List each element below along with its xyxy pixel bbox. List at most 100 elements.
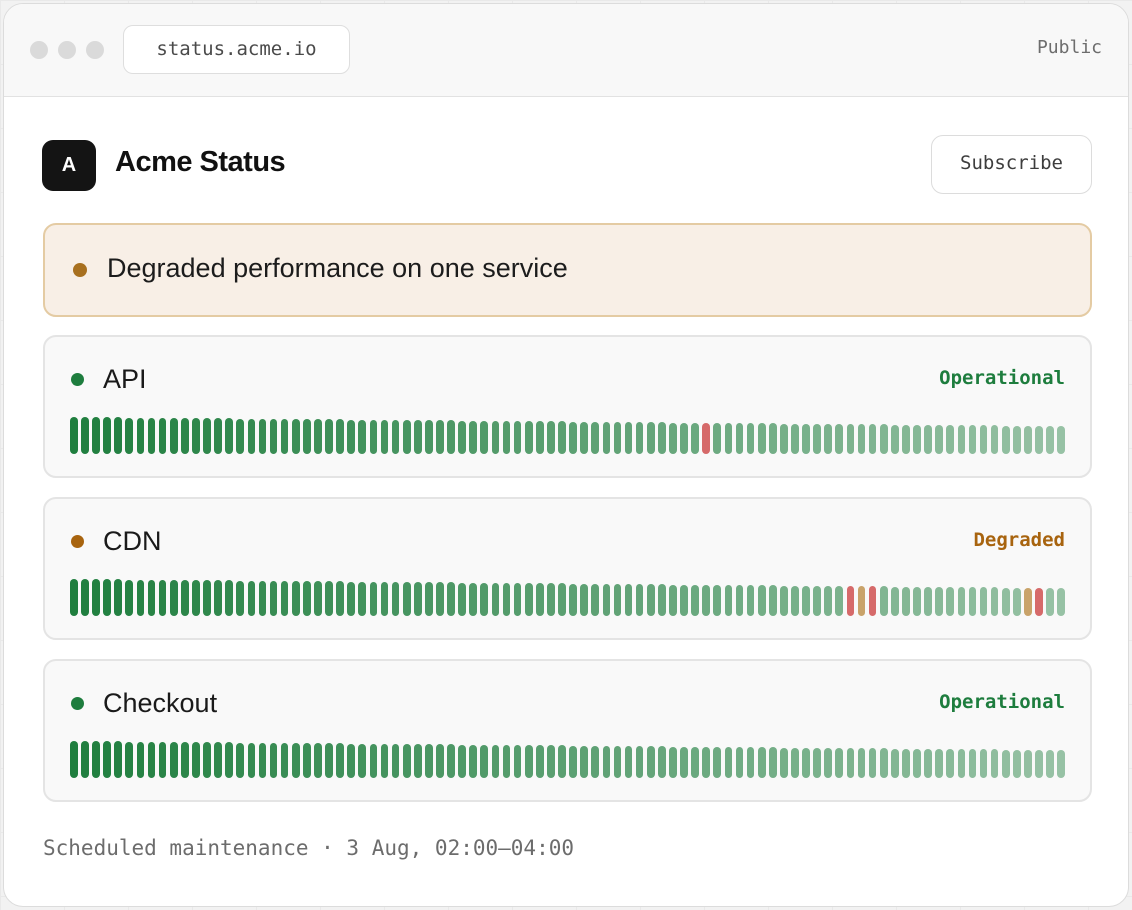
uptime-bar-ok[interactable]: [125, 579, 134, 616]
uptime-bar-ok[interactable]: [136, 579, 145, 616]
uptime-bar-ok[interactable]: [602, 745, 611, 778]
uptime-bar-ok[interactable]: [835, 424, 844, 454]
uptime-bar-ok[interactable]: [70, 417, 78, 454]
uptime-bar-ok[interactable]: [890, 424, 899, 454]
uptime-bar-ok[interactable]: [957, 587, 966, 616]
uptime-bar-ok[interactable]: [491, 744, 500, 778]
uptime-bar-ok[interactable]: [147, 579, 156, 616]
uptime-bar-ok[interactable]: [879, 748, 888, 778]
uptime-bar-ok[interactable]: [879, 424, 888, 454]
uptime-bar-ok[interactable]: [724, 423, 733, 454]
uptime-bar-ok[interactable]: [591, 745, 600, 778]
uptime-bar-ok[interactable]: [680, 422, 688, 454]
uptime-bar-ok[interactable]: [114, 579, 123, 616]
uptime-bar-ok[interactable]: [935, 424, 944, 454]
uptime-bar-ok[interactable]: [225, 580, 234, 616]
uptime-bar-ok[interactable]: [713, 746, 722, 778]
uptime-bar-ok[interactable]: [192, 418, 200, 454]
uptime-bar-ok[interactable]: [136, 417, 145, 454]
uptime-bar-ok[interactable]: [1046, 425, 1054, 454]
uptime-bar-ok[interactable]: [535, 421, 544, 454]
uptime-bar-ok[interactable]: [425, 582, 433, 616]
uptime-bar-ok[interactable]: [635, 746, 644, 778]
uptime-bar-ok[interactable]: [1024, 425, 1032, 454]
uptime-bar-ok[interactable]: [735, 747, 744, 778]
uptime-bar-ok[interactable]: [813, 747, 821, 778]
uptime-bar-ok[interactable]: [447, 582, 455, 616]
uptime-bar-ok[interactable]: [458, 744, 466, 778]
uptime-bar-ok[interactable]: [114, 417, 123, 454]
uptime-bar-ok[interactable]: [480, 582, 489, 616]
uptime-bar-ok[interactable]: [325, 743, 333, 778]
uptime-bar-ok[interactable]: [502, 582, 511, 616]
uptime-bar-ok[interactable]: [325, 581, 333, 616]
uptime-bar-ok[interactable]: [269, 418, 278, 454]
uptime-bar-ok[interactable]: [380, 419, 389, 454]
uptime-bar-ok[interactable]: [1012, 587, 1021, 616]
uptime-bar-ok[interactable]: [613, 584, 622, 616]
uptime-bar-ok[interactable]: [347, 581, 356, 616]
uptime-bar-ok[interactable]: [103, 579, 111, 616]
uptime-bar-ok[interactable]: [935, 586, 944, 616]
uptime-bar-ok[interactable]: [114, 741, 123, 778]
uptime-bar-ok[interactable]: [302, 743, 311, 778]
uptime-bar-degraded[interactable]: [1024, 587, 1032, 616]
uptime-bar-ok[interactable]: [835, 748, 844, 778]
uptime-bar-ok[interactable]: [347, 419, 356, 454]
uptime-bar-outage[interactable]: [868, 586, 877, 616]
uptime-bar-ok[interactable]: [902, 748, 910, 778]
uptime-bar-ok[interactable]: [602, 421, 611, 454]
uptime-bar-ok[interactable]: [92, 741, 100, 778]
uptime-bar-ok[interactable]: [436, 582, 444, 616]
uptime-bar-ok[interactable]: [857, 424, 866, 454]
uptime-bar-ok[interactable]: [1057, 750, 1066, 778]
uptime-bar-ok[interactable]: [802, 423, 810, 454]
uptime-bar-ok[interactable]: [258, 742, 267, 778]
uptime-bar-ok[interactable]: [247, 742, 256, 778]
uptime-bar-outage[interactable]: [1035, 587, 1043, 616]
uptime-bar-ok[interactable]: [646, 584, 655, 616]
uptime-bar-ok[interactable]: [946, 587, 955, 616]
uptime-bar-ok[interactable]: [70, 579, 78, 616]
uptime-bar-ok[interactable]: [169, 741, 178, 778]
uptime-bar-ok[interactable]: [990, 749, 999, 778]
uptime-bar-ok[interactable]: [247, 580, 256, 616]
uptime-bar-ok[interactable]: [1057, 588, 1066, 616]
uptime-bar-ok[interactable]: [780, 423, 788, 454]
uptime-bar-ok[interactable]: [768, 585, 777, 616]
uptime-bar-ok[interactable]: [436, 744, 444, 778]
uptime-bar-ok[interactable]: [513, 583, 522, 616]
uptime-bar-ok[interactable]: [569, 421, 577, 454]
uptime-bar-ok[interactable]: [180, 580, 189, 616]
uptime-bar-ok[interactable]: [558, 745, 566, 778]
uptime-bar-ok[interactable]: [269, 742, 278, 778]
uptime-bar-ok[interactable]: [236, 418, 245, 454]
uptime-bar-ok[interactable]: [990, 425, 999, 454]
uptime-bar-ok[interactable]: [280, 418, 289, 454]
uptime-bar-ok[interactable]: [491, 582, 500, 616]
uptime-bar-ok[interactable]: [258, 580, 267, 616]
uptime-bar-ok[interactable]: [879, 586, 888, 616]
uptime-bar-ok[interactable]: [691, 584, 699, 616]
subscribe-button[interactable]: Subscribe: [931, 135, 1092, 194]
uptime-bar-ok[interactable]: [280, 742, 289, 778]
uptime-bar-ok[interactable]: [469, 744, 478, 778]
uptime-bar-ok[interactable]: [957, 749, 966, 778]
uptime-bar-ok[interactable]: [513, 745, 522, 778]
uptime-bar-ok[interactable]: [558, 421, 566, 454]
uptime-bar-ok[interactable]: [691, 422, 699, 454]
uptime-bar-ok[interactable]: [824, 423, 833, 454]
uptime-bar-ok[interactable]: [136, 741, 145, 778]
uptime-bar-ok[interactable]: [657, 746, 666, 778]
uptime-bar-ok[interactable]: [391, 743, 400, 778]
uptime-bar-ok[interactable]: [358, 743, 367, 778]
uptime-bar-ok[interactable]: [613, 746, 622, 778]
uptime-bar-ok[interactable]: [547, 421, 555, 454]
uptime-bar-ok[interactable]: [325, 419, 333, 454]
uptime-bar-ok[interactable]: [547, 583, 555, 616]
uptime-bar-ok[interactable]: [81, 741, 89, 778]
uptime-bar-ok[interactable]: [990, 587, 999, 616]
uptime-bar-ok[interactable]: [158, 741, 167, 778]
uptime-bar-ok[interactable]: [92, 417, 100, 454]
uptime-bar-ok[interactable]: [214, 418, 222, 454]
